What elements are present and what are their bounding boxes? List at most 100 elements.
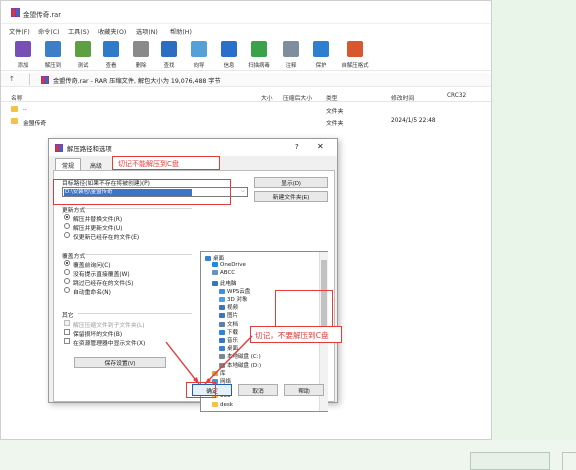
table-row[interactable]: 金盟传奇 文件夹 2024/1/5 22:48	[1, 116, 491, 127]
misc-option-label: 保留损坏的文件(B)	[73, 332, 123, 338]
tab-general[interactable]: 常规	[55, 158, 81, 170]
tree-item-label: 文档	[227, 321, 239, 328]
dialog-close-icon[interactable]: ✕	[317, 142, 324, 151]
col-type[interactable]: 类型	[326, 93, 338, 102]
tree-item[interactable]: 下载	[219, 328, 238, 336]
radio-ask[interactable]	[64, 260, 70, 266]
tree-item[interactable]: 桌面	[205, 254, 224, 262]
toolbar-find-button[interactable]: 查找	[155, 39, 183, 71]
tree-item[interactable]: 3D 对象	[219, 295, 247, 303]
folder-icon	[11, 118, 18, 124]
window-title: 金盟传奇.rar	[23, 11, 61, 19]
toolbar-add-button[interactable]: 添加	[9, 39, 37, 71]
extract-dialog: 解压路径和选项 ? ✕ 常规 高级 目标路径(如果不存在将被创建)(P) 显示(…	[48, 138, 338, 412]
tree-item[interactable]: 本地磁盘 (D:)	[219, 361, 261, 369]
title-bar: 金盟传奇.rar	[1, 1, 491, 24]
toolbar-protect-button[interactable]: 保护	[307, 39, 335, 71]
menu-tools[interactable]: 工具(S)	[68, 27, 89, 36]
col-crc[interactable]: CRC32	[447, 93, 466, 99]
dialog-help-icon[interactable]: ?	[295, 143, 299, 151]
cancel-button[interactable]: 取消	[238, 384, 278, 396]
divider	[84, 208, 192, 209]
tree-item-label: 桌面	[227, 346, 239, 353]
table-row[interactable]: .. 文件夹	[1, 104, 491, 115]
tree-item-label: 库	[220, 370, 226, 377]
menu-bar: 文件(F) 命令(C) 工具(S) 收藏夹(O) 选项(N) 帮助(H)	[1, 25, 491, 37]
checkbox-show-explorer[interactable]	[64, 338, 70, 344]
tree-item-label: 本地磁盘 (D:)	[227, 362, 262, 369]
col-modified[interactable]: 修改时间	[391, 93, 414, 102]
dialog-title-bar: 解压路径和选项 ? ✕	[49, 139, 337, 156]
save-settings-button[interactable]: 保存设置(V)	[74, 357, 166, 368]
dialog-title: 解压路径和选项	[67, 145, 112, 153]
menu-favorites[interactable]: 收藏夹(O)	[98, 27, 126, 36]
warning-note: 切记不能解压到C盘	[112, 156, 220, 170]
tree-item[interactable]: 图片	[219, 311, 238, 319]
archive-icon	[41, 76, 49, 84]
overwrite-option-label: 覆盖前询问(C)	[73, 263, 111, 269]
column-header: 名称 大小 压缩后大小 类型 修改时间 CRC32	[1, 91, 491, 102]
menu-help[interactable]: 帮助(H)	[170, 27, 192, 36]
toolbar-label: 扫描病毒	[248, 63, 270, 69]
row-type: 文件夹	[326, 121, 344, 127]
view-icon	[103, 41, 119, 57]
divider	[84, 254, 192, 255]
checkbox-keep-broken[interactable]	[64, 329, 70, 335]
tree-item[interactable]: 此电脑	[212, 279, 237, 287]
overwrite-option-label: 没有提示直接覆盖(W)	[73, 272, 130, 278]
tree-item[interactable]: 桌面	[219, 344, 238, 352]
toolbar-info-button[interactable]: 信息	[215, 39, 243, 71]
radio-overwrite[interactable]	[64, 269, 70, 275]
toolbar-view-button[interactable]: 查看	[97, 39, 125, 71]
tree-item[interactable]: desk	[212, 401, 233, 408]
scan-virus-icon	[251, 41, 267, 57]
radio-skip[interactable]	[64, 278, 70, 284]
chevron-down-icon[interactable]: ⌵	[241, 188, 248, 196]
toolbar-scan-virus-button[interactable]: 扫描病毒	[245, 39, 273, 71]
wizard-icon	[191, 41, 207, 57]
winrar-logo-icon	[55, 144, 63, 152]
col-packed[interactable]: 压缩后大小	[283, 93, 312, 102]
comment-icon	[283, 41, 299, 57]
tree-item[interactable]: WPS云盘	[219, 287, 250, 295]
tree-item[interactable]: 文档	[219, 320, 238, 328]
address-separator	[29, 74, 30, 85]
toolbar-extract-to-button[interactable]: 解压到	[39, 39, 67, 71]
radio-update[interactable]	[64, 223, 70, 229]
new-folder-button[interactable]: 新建文件夹(E)	[254, 191, 328, 202]
toolbar-label: 保护	[315, 63, 327, 69]
folder-icon	[219, 338, 225, 343]
address-path: 金盟传奇.rar - RAR 压缩文件, 解包大小为 19,076,488 字节	[53, 78, 221, 85]
toolbar-sfx-button[interactable]: 自解压格式	[341, 39, 369, 71]
folder-icon	[219, 329, 225, 335]
toolbar: 添加 解压到 测试 查看 删除 查找 向导 信息 扫描病毒 注释 保护 自解压格式	[1, 39, 491, 71]
overwrite-option-label: 跳过已经存在的文件(S)	[73, 281, 134, 287]
radio-replace[interactable]	[64, 214, 70, 220]
tree-item[interactable]: 音乐	[219, 336, 238, 344]
help-button[interactable]: 帮助	[284, 384, 324, 396]
radio-rename[interactable]	[64, 287, 70, 293]
checkbox-subfolder[interactable]	[64, 320, 70, 326]
toolbar-comment-button[interactable]: 注释	[277, 39, 305, 71]
menu-options[interactable]: 选项(N)	[136, 27, 158, 36]
misc-option-label: 在资源管理器中显示文件(X)	[73, 341, 146, 347]
folder-icon	[212, 262, 218, 268]
toolbar-wizard-button[interactable]: 向导	[185, 39, 213, 71]
menu-command[interactable]: 命令(C)	[38, 27, 60, 36]
warning-note: 切记，不要解压到C盘	[250, 326, 342, 343]
col-size[interactable]: 大小	[261, 93, 273, 102]
up-arrow-icon[interactable]: ↑	[9, 75, 15, 83]
menu-file[interactable]: 文件(F)	[9, 27, 30, 36]
tree-item[interactable]: 视频	[219, 303, 238, 311]
tree-item[interactable]: 本地磁盘 (C:)	[219, 352, 261, 360]
col-name[interactable]: 名称	[11, 93, 23, 102]
tree-item[interactable]: OneDrive	[212, 262, 246, 268]
tree-item[interactable]: ABCC	[212, 270, 235, 276]
show-button[interactable]: 显示(D)	[254, 177, 328, 188]
tree-item[interactable]: 库	[212, 369, 226, 377]
radio-fresh[interactable]	[64, 232, 70, 238]
folder-icon	[219, 313, 225, 319]
folder-icon	[11, 106, 18, 112]
tab-advanced[interactable]: 高级	[83, 160, 109, 170]
tree-item-label: OneDrive	[220, 262, 246, 269]
